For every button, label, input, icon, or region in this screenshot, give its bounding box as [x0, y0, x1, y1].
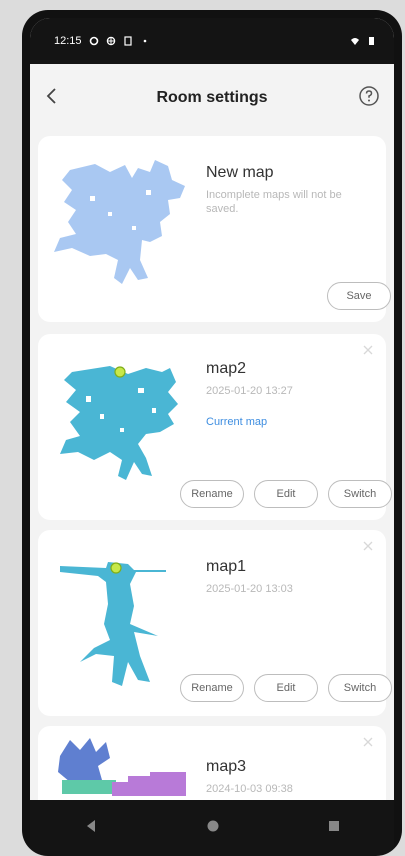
map1-card: map1 2025-01-20 13:03 Rename Edit Switch: [38, 530, 392, 716]
map2-date: 2025-01-20 13:27: [206, 385, 293, 397]
rename-button[interactable]: Rename: [180, 674, 244, 702]
close-icon[interactable]: [362, 540, 374, 552]
switch-button[interactable]: Switch: [328, 480, 392, 508]
app-header: Room settings: [30, 64, 394, 132]
close-icon[interactable]: [362, 736, 374, 748]
edit-button[interactable]: Edit: [254, 480, 318, 508]
help-icon[interactable]: [358, 85, 380, 107]
new-map-thumbnail: [54, 160, 185, 284]
switch-button[interactable]: Switch: [328, 674, 392, 702]
wifi-icon: [351, 38, 359, 45]
new-map-title: New map: [206, 164, 274, 181]
nav-recents-icon[interactable]: [328, 819, 340, 837]
status-bar: 12:15: [30, 18, 394, 64]
new-map-note: Incomplete maps will not be saved.: [206, 189, 342, 215]
location-icon: [106, 36, 115, 46]
sim-icon: [123, 36, 132, 46]
map3-date: 2024-10-03 09:38: [206, 783, 293, 795]
edit-button[interactable]: Edit: [254, 674, 318, 702]
nav-back-icon[interactable]: [84, 819, 98, 838]
map2-thumbnail: [60, 366, 178, 480]
map2-title: map2: [206, 360, 247, 377]
map1-date: 2025-01-20 13:03: [206, 583, 293, 595]
screen: 12:15 Room settings New map Incomplete m…: [30, 18, 394, 856]
close-icon[interactable]: [362, 344, 374, 356]
back-arrow-icon[interactable]: [40, 84, 64, 108]
rename-button[interactable]: Rename: [180, 480, 244, 508]
map1-title: map1: [206, 558, 247, 575]
phone-frame: 12:15 Room settings New map Incomplete m…: [22, 10, 402, 856]
dot-icon: [143, 39, 146, 43]
status-time: 12:15: [54, 35, 82, 47]
map2-card: map2 2025-01-20 13:27 Current map Rename…: [38, 334, 392, 520]
battery-icon: [369, 37, 374, 45]
google-icon: [89, 36, 98, 46]
map1-thumbnail: [60, 562, 166, 686]
map3-title: map3: [206, 758, 247, 775]
page-title: Room settings: [156, 89, 268, 106]
save-button[interactable]: Save: [327, 282, 391, 310]
system-nav-bar: [30, 800, 394, 856]
nav-home-icon[interactable]: [206, 819, 220, 838]
new-map-card: New map Incomplete maps will not be save…: [38, 136, 391, 322]
current-map-label: Current map: [206, 416, 268, 428]
